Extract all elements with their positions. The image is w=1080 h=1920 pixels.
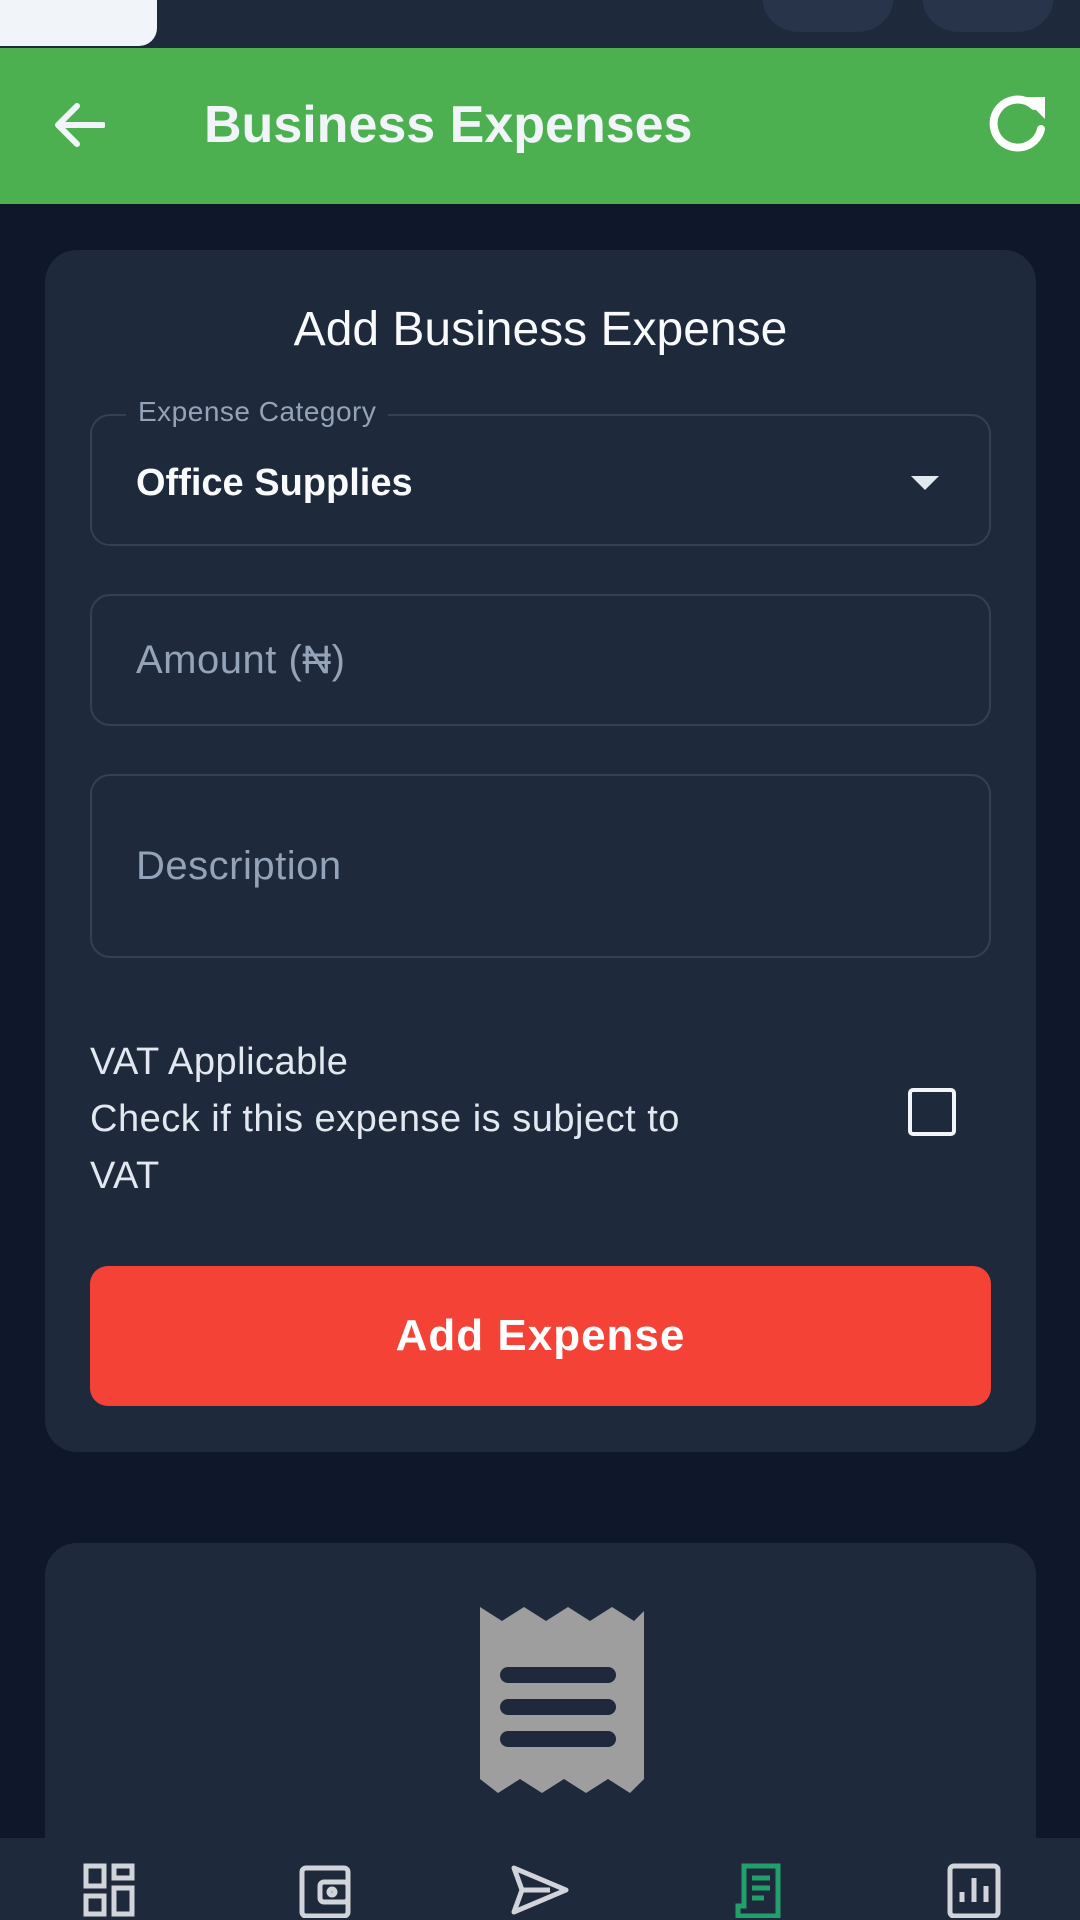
form-title: Add Business Expense [293,303,788,356]
back-button[interactable] [46,92,112,158]
nav-reports[interactable] [944,1862,1004,1920]
add-expense-card: Add Business Expense Expense Category Of… [45,250,1036,1452]
amount-field[interactable]: Amount (₦) [90,594,991,726]
description-field[interactable]: Description [90,774,991,958]
add-expense-button[interactable]: Add Expense [90,1266,991,1406]
description-placeholder: Description [136,844,342,888]
status-bar [0,0,1080,48]
bottom-navigation [0,1838,1080,1920]
vat-description-cont: VAT [90,1155,160,1197]
status-icon-bubble [762,0,894,32]
vat-title: VAT Applicable [90,1041,349,1083]
arrow-left-icon [55,103,105,147]
status-indicator [0,0,157,46]
refresh-button[interactable] [982,88,1054,160]
vat-section: VAT Applicable Check if this expense is … [90,1034,810,1205]
expense-category-value: Office Supplies [136,462,413,504]
nav-wallet[interactable] [296,1862,356,1920]
nav-expenses[interactable] [728,1862,788,1920]
page-title: Business Expenses [204,96,693,154]
vat-checkbox[interactable] [908,1088,956,1136]
dashboard-icon [83,1863,135,1917]
send-icon [511,1865,569,1915]
chevron-down-icon [911,476,939,490]
reports-icon [947,1863,1001,1918]
expense-category-select[interactable]: Expense Category Office Supplies [90,396,991,546]
receipt-icon [480,1607,644,1793]
refresh-icon [989,95,1045,152]
expense-category-label: Expense Category [126,396,389,428]
app-screen: Business Expenses Add Business Expense E… [0,0,1080,1920]
status-icon-bubble [922,0,1054,32]
nav-send[interactable] [510,1862,570,1920]
amount-placeholder: Amount (₦) [136,638,346,682]
nav-dashboard[interactable] [80,1862,140,1920]
receipt-icon [735,1863,781,1918]
app-bar: Business Expenses [0,48,1080,204]
vat-description: Check if this expense is subject to [90,1098,680,1140]
wallet-icon [299,1865,351,1918]
